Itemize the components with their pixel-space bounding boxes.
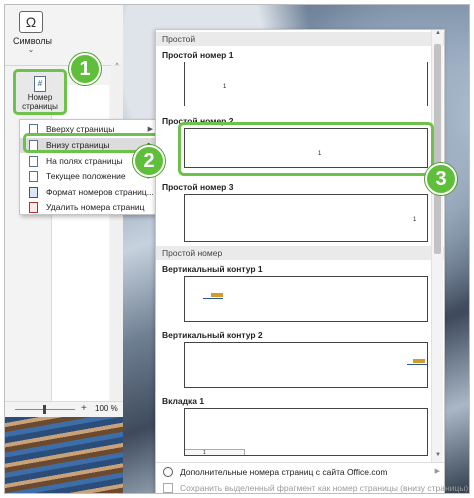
page-number-marker [211,293,223,297]
page-margin-icon [29,156,38,167]
page-number-preview: 1 [413,217,417,223]
scroll-up-icon[interactable]: ▲ [432,30,444,40]
gallery-item-label: Вертикальный контур 1 [162,264,263,274]
gallery-footer-divider [156,462,444,463]
step-badge-1: 1 [69,53,101,85]
more-page-numbers-office[interactable]: Дополнительные номера страниц с сайта Of… [156,464,444,480]
gallery-scrollbar-thumb[interactable] [434,44,441,254]
menu-item-label: На полях страницы [46,156,123,166]
marker-line [407,364,427,365]
page-number-marker [413,359,425,363]
gallery-section-header: Простой номер [156,246,444,260]
menu-item-label: Текущее положение [46,171,126,181]
page-number-icon: # [34,76,46,92]
background-photo-bottom [5,417,123,493]
menu-item-remove-page-numbers[interactable]: Удалить номера страниц [20,200,158,215]
zoom-slider-thumb[interactable] [43,405,46,414]
gallery-item-simple-3[interactable]: 1 [184,194,428,242]
step-badge-2: 2 [133,145,165,177]
globe-icon [163,467,173,477]
zoom-in-icon[interactable]: + [81,403,87,414]
footer-item-label: Дополнительные номера страниц с сайта Of… [180,467,388,477]
menu-item-format-page-numbers[interactable]: Формат номеров страниц... [20,185,158,200]
page-number-preview: 1 [223,84,227,90]
current-position-icon [29,171,38,182]
page-number-preview: 1 [203,450,206,456]
submenu-arrow-icon: ▶ [434,468,440,475]
page-number-button[interactable]: # Номер страницы [13,69,67,115]
gallery-item-simple-1[interactable]: 1 [184,62,428,106]
tab-marker: 1 [185,449,245,456]
gallery-item-vertical-outline-1[interactable] [184,276,428,322]
omega-icon: Ω [19,11,43,33]
gallery-item-tab-1[interactable]: 1 [184,408,428,456]
gallery-item-vertical-outline-2[interactable] [184,342,428,388]
word-window: Ω Символы ⌄ ^ # Номер страницы + 100 % В… [4,4,470,494]
menu-item-label: Формат номеров страниц... [46,187,154,197]
page-number-gallery: Простой Простой номер 1 1 Простой номер … [155,29,468,493]
footer-item-label: Сохранить выделенный фрагмент как номер … [180,483,469,493]
gallery-item-label: Вертикальный контур 2 [162,330,263,340]
delete-icon [29,202,38,213]
step-badge-3: 3 [425,163,457,195]
status-bar: + 100 % [5,401,123,417]
scroll-up-icon[interactable]: ^ [111,63,123,73]
ribbon-divider [5,65,123,66]
zoom-level[interactable]: 100 % [95,404,118,413]
ribbon: Ω Символы ⌄ [5,5,123,69]
format-icon [29,187,38,198]
highlight-simple-number-2 [178,122,434,176]
marker-line [203,298,223,299]
gallery-item-label: Простой номер 1 [162,50,234,60]
gallery-section-header: Простой [156,32,444,46]
chevron-down-icon: ⌄ [27,45,35,54]
gallery-item-label: Простой номер 3 [162,182,234,192]
scroll-down-icon[interactable]: ▼ [432,452,444,462]
save-selection-as-page-number: Сохранить выделенный фрагмент как номер … [156,480,468,493]
document-icon [163,483,173,493]
menu-item-label: Удалить номера страниц [46,202,145,212]
vertical-scrollbar[interactable] [111,63,123,413]
symbols-button[interactable]: Ω Символы ⌄ [13,11,52,59]
page-number-label: Номер страницы [22,93,58,111]
gallery-item-label: Вкладка 1 [162,396,205,406]
gallery-scrollbar[interactable]: ▲ ▼ [431,30,443,462]
